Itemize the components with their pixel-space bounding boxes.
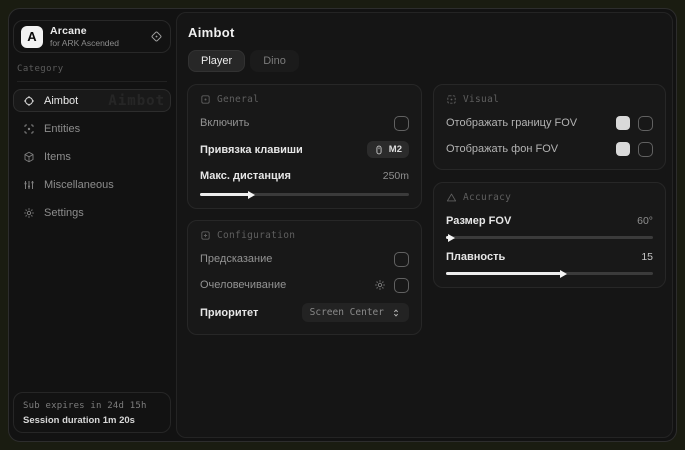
panel-title: Visual <box>463 94 499 105</box>
fov-size-slider[interactable] <box>446 236 653 239</box>
max-distance-value: 250m <box>383 170 409 182</box>
keybind-button[interactable]: M2 <box>367 141 409 158</box>
sidebar: A Arcane for ARK Ascended Category <box>9 9 176 441</box>
scan-icon <box>23 123 35 135</box>
humanize-settings-gear-icon[interactable] <box>374 279 386 291</box>
category-label: Category <box>17 64 167 82</box>
page-title: Aimbot <box>188 25 235 40</box>
smoothness-slider[interactable] <box>446 272 653 275</box>
keybind-value: M2 <box>389 144 402 155</box>
sidebar-item-label: Aimbot <box>44 95 78 107</box>
app-subtitle: for ARK Ascended <box>50 38 143 48</box>
fov-size-row: Размер FOV 60° <box>446 213 653 229</box>
humanize-checkbox[interactable] <box>394 278 409 293</box>
main-panel: Aimbot Player Dino General Включ <box>176 12 673 438</box>
fov-border-row: Отображать границу FOV <box>446 115 653 131</box>
accuracy-panel: Accuracy Размер FOV 60° Плавность 15 <box>433 182 666 288</box>
configuration-panel: Configuration Предсказание Очеловечивани… <box>187 220 422 335</box>
enable-label: Включить <box>200 117 249 129</box>
package-icon <box>23 151 35 163</box>
sidebar-nav: Aimbot Aimbot Entities <box>13 89 171 224</box>
visual-panel: Visual Отображать границу FOV Отображать… <box>433 84 666 170</box>
sidebar-item-settings[interactable]: Settings <box>13 201 171 224</box>
subscription-expiry: Sub expires in 24d 15h <box>23 401 161 411</box>
config-box-icon <box>200 230 211 241</box>
max-distance-row: Макс. дистанция 250m <box>200 168 409 184</box>
fov-background-color-swatch[interactable] <box>616 142 630 156</box>
tab-player[interactable]: Player <box>188 50 245 72</box>
fov-border-checkbox[interactable] <box>638 116 653 131</box>
smoothness-label: Плавность <box>446 251 505 263</box>
target-icon <box>200 94 211 105</box>
smoothness-row: Плавность 15 <box>446 249 653 265</box>
compass-icon[interactable] <box>150 30 163 43</box>
fov-size-label: Размер FOV <box>446 215 511 227</box>
triangle-icon <box>446 192 457 203</box>
gear-icon <box>23 207 35 219</box>
session-info-box: Sub expires in 24d 15h Session duration … <box>13 392 171 433</box>
sidebar-item-label: Miscellaneous <box>44 179 114 191</box>
sidebar-item-miscellaneous[interactable]: Miscellaneous <box>13 173 171 196</box>
enable-checkbox[interactable] <box>394 116 409 131</box>
app-logo-letter: A <box>27 29 36 44</box>
sidebar-item-label: Entities <box>44 123 80 135</box>
sidebar-item-entities[interactable]: Entities <box>13 117 171 140</box>
viewfinder-icon <box>446 94 457 105</box>
prediction-checkbox[interactable] <box>394 252 409 267</box>
app-header: A Arcane for ARK Ascended <box>13 20 171 53</box>
priority-label: Приоритет <box>200 307 258 319</box>
keybind-row: Привязка клавиши M2 <box>200 141 409 158</box>
sidebar-item-label: Settings <box>44 207 84 219</box>
panel-title: Accuracy <box>463 192 511 203</box>
chevron-selector-icon <box>391 308 401 318</box>
fov-size-value: 60° <box>637 215 653 227</box>
fov-background-checkbox[interactable] <box>638 142 653 157</box>
fov-border-color-swatch[interactable] <box>616 116 630 130</box>
priority-dropdown[interactable]: Screen Center <box>302 303 409 322</box>
keybind-label: Привязка клавиши <box>200 144 303 156</box>
max-distance-slider[interactable] <box>200 193 409 196</box>
crosshair-icon <box>23 95 35 107</box>
fov-border-label: Отображать границу FOV <box>446 117 577 129</box>
smoothness-value: 15 <box>641 251 653 263</box>
fov-background-row: Отображать фон FOV <box>446 141 653 157</box>
general-panel: General Включить Привязка клавиши <box>187 84 422 209</box>
tab-bar: Player Dino <box>188 50 299 72</box>
humanize-row: Очеловечивание <box>200 277 409 293</box>
sliders-icon <box>23 179 35 191</box>
app-name: Arcane <box>50 25 143 37</box>
sidebar-item-label: Items <box>44 151 71 163</box>
prediction-row: Предсказание <box>200 251 409 267</box>
sidebar-item-items[interactable]: Items <box>13 145 171 168</box>
panel-title: Configuration <box>217 230 295 241</box>
priority-row: Приоритет Screen Center <box>200 303 409 322</box>
app-window: A Arcane for ARK Ascended Category <box>8 8 677 442</box>
sidebar-item-aimbot[interactable]: Aimbot Aimbot <box>13 89 171 112</box>
enable-row: Включить <box>200 115 409 131</box>
session-duration: Session duration 1m 20s <box>23 415 161 426</box>
fov-background-label: Отображать фон FOV <box>446 143 558 155</box>
panel-title: General <box>217 94 259 105</box>
humanize-label: Очеловечивание <box>200 279 286 291</box>
prediction-label: Предсказание <box>200 253 272 265</box>
app-logo: A <box>21 26 43 48</box>
mouse-icon <box>374 145 384 155</box>
max-distance-label: Макс. дистанция <box>200 170 291 182</box>
tab-dino[interactable]: Dino <box>250 50 299 72</box>
priority-value: Screen Center <box>310 307 384 318</box>
aimbot-ghost-watermark: Aimbot <box>108 93 165 109</box>
